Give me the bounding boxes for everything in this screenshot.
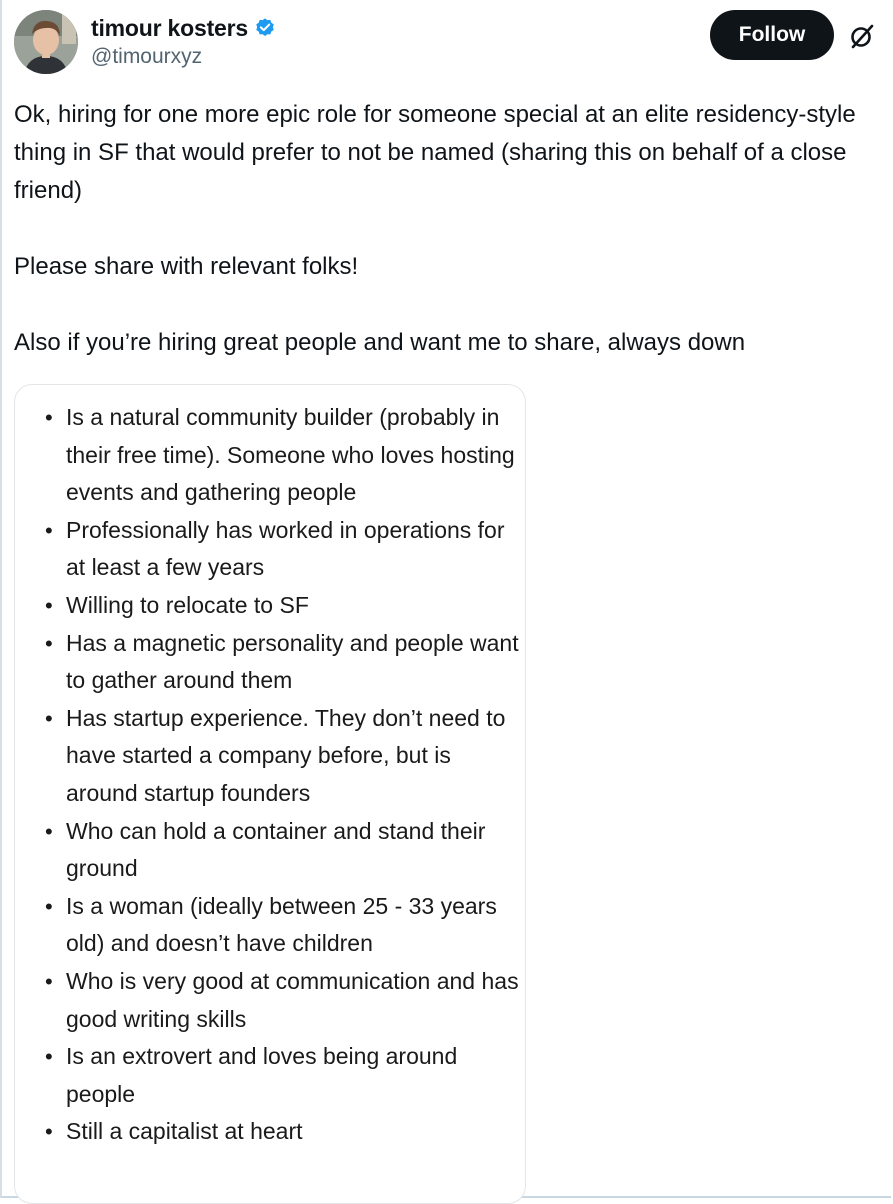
- list-item-text: Has startup experience. They don’t need …: [66, 704, 506, 806]
- list-item-text: Is an extrovert and loves being around p…: [66, 1043, 458, 1107]
- bullet-icon: •: [45, 592, 53, 618]
- list-item: • Still a capitalist at heart: [15, 1113, 525, 1151]
- list-item: • Is an extrovert and loves being around …: [15, 1038, 525, 1113]
- author-handle[interactable]: @timourxyz: [91, 45, 276, 69]
- list-item: • Is a woman (ideally between 25 - 33 yea…: [15, 888, 525, 963]
- author-info: timour kosters @timourxyz: [91, 14, 276, 69]
- tweet-body: Ok, hiring for one more epic role for so…: [14, 96, 884, 362]
- list-item: • Is a natural community builder (probabl…: [15, 399, 525, 512]
- bullet-icon: •: [45, 405, 53, 430]
- bullet-icon: •: [45, 1119, 53, 1145]
- list-item-text: Has a magnetic personality and people wa…: [66, 629, 519, 694]
- list-item-text: Willing to relocate to SF: [66, 591, 309, 618]
- list-item: • Professionally has worked in operations…: [15, 512, 525, 587]
- list-item-text: Is a woman (ideally between 25 - 33 year…: [66, 892, 497, 957]
- list-item-text: Who is very good at communication and ha…: [66, 967, 519, 1032]
- bullet-icon: •: [45, 630, 53, 656]
- list-item: • Who is very good at communication and h…: [15, 963, 525, 1038]
- list-item: • Who can hold a container and stand thei…: [15, 813, 525, 888]
- attached-image-card[interactable]: • Is a natural community builder (probabl…: [14, 384, 526, 1204]
- list-item-text: Who can hold a container and stand their…: [66, 817, 486, 882]
- list-item-text: Is a natural community builder (probably…: [66, 404, 515, 506]
- list-item: • Has a magnetic personality and people w…: [15, 625, 525, 700]
- follow-button[interactable]: Follow: [710, 10, 834, 60]
- list-item: • Willing to relocate to SF: [15, 587, 525, 625]
- tweet-paragraph: Also if you’re hiring great people and w…: [14, 329, 746, 356]
- list-item: • Has startup experience. They don’t need…: [15, 700, 525, 813]
- list-item-text: Still a capitalist at heart: [66, 1118, 303, 1145]
- tweet-paragraph: Ok, hiring for one more epic role for so…: [14, 101, 856, 204]
- avatar[interactable]: [14, 10, 78, 74]
- tweet-header: timour kosters @timourxyz Follow: [14, 10, 884, 76]
- requirements-list: • Is a natural community builder (probabl…: [15, 385, 525, 1151]
- grok-slash-icon[interactable]: [848, 22, 876, 50]
- bullet-icon: •: [45, 517, 53, 543]
- bullet-icon: •: [45, 705, 53, 731]
- bullet-icon: •: [45, 818, 53, 844]
- bullet-icon: •: [45, 968, 53, 994]
- verified-badge-icon: [254, 17, 276, 39]
- list-item-text: Professionally has worked in operations …: [66, 516, 505, 581]
- avatar-image: [14, 10, 78, 74]
- tweet-paragraph: Please share with relevant folks!: [14, 253, 359, 280]
- author-display-name[interactable]: timour kosters: [91, 15, 248, 42]
- display-name-row: timour kosters: [91, 14, 276, 42]
- bullet-icon: •: [45, 893, 53, 919]
- bullet-icon: •: [45, 1044, 53, 1070]
